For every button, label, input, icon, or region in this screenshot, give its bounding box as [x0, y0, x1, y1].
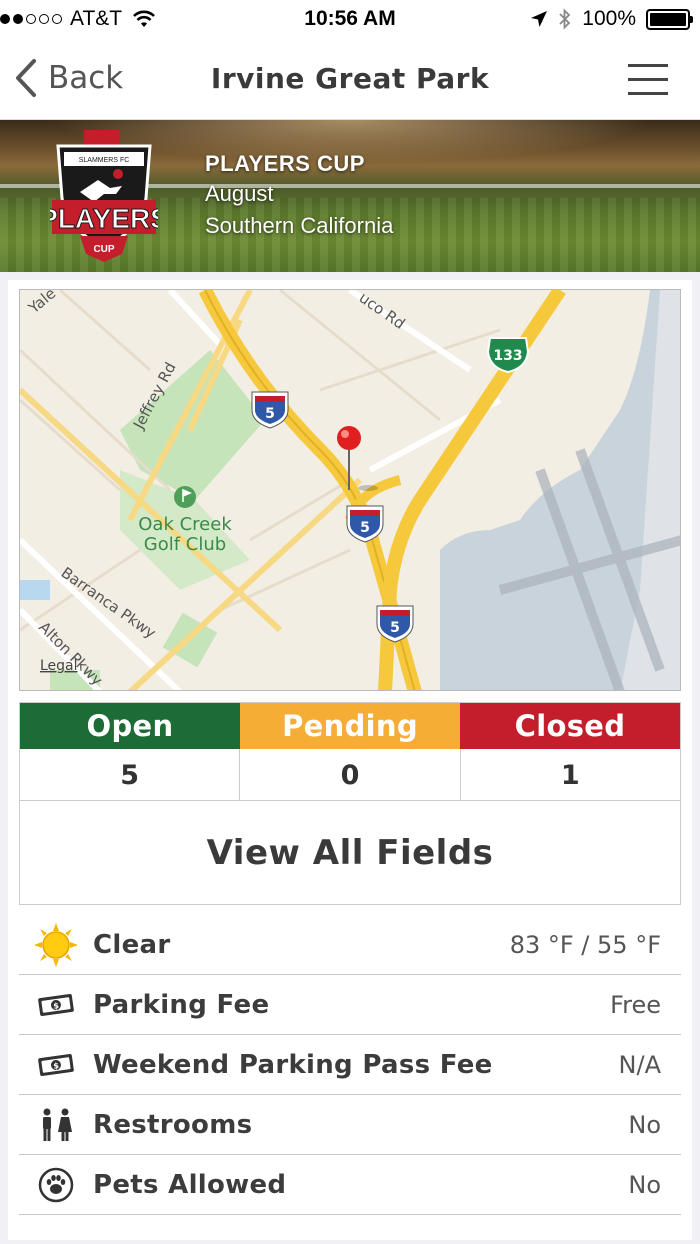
open-count: 5: [20, 749, 241, 801]
status-bar: AT&T 10:56 AM 100%: [0, 0, 700, 40]
event-title: PLAYERS CUP: [205, 151, 365, 176]
map-poi-line1: Oak Creek: [138, 514, 232, 535]
map-view[interactable]: Yale Jeffrey Rd uco Rd Barranca Pkwy Alt…: [19, 289, 681, 691]
players-cup-logo: SLAMMERS FC PLAYERS CUP: [50, 130, 158, 262]
location-arrow-icon: [531, 11, 548, 27]
navigation-bar: Back Irvine Great Park: [0, 40, 700, 120]
battery-icon: [646, 8, 693, 30]
event-banner: SLAMMERS FC PLAYERS CUP PLAYERS CUP Augu…: [0, 120, 700, 272]
pending-count: 0: [240, 749, 461, 801]
closed-count: 1: [560, 759, 580, 791]
paw-icon: [31, 1163, 81, 1207]
map-legal-link[interactable]: Legal: [40, 658, 78, 674]
battery-percentage: 100%: [582, 7, 636, 30]
i5-label-2: 5: [360, 520, 370, 536]
logo-top-text: SLAMMERS FC: [79, 157, 130, 164]
i5-label-1: 5: [265, 406, 275, 422]
pending-header: Pending: [240, 703, 460, 749]
map-canvas: Yale Jeffrey Rd uco Rd Barranca Pkwy Alt…: [20, 290, 680, 690]
open-header: Open: [20, 703, 240, 749]
money-icon: $: [31, 983, 81, 1027]
pets-label: Pets Allowed: [93, 1169, 287, 1200]
status-right: 100%: [530, 7, 693, 31]
menu-button[interactable]: [628, 62, 668, 96]
pets-row: Pets Allowed No: [19, 1155, 681, 1215]
field-status-header-row: Open Pending Closed: [20, 703, 680, 749]
restroom-icon: [31, 1103, 81, 1147]
restrooms-value: No: [628, 1110, 661, 1139]
logo-cup-text: CUP: [93, 244, 114, 255]
weekend-parking-row: $ Weekend Parking Pass Fee N/A: [19, 1035, 681, 1095]
parking-fee-label: Parking Fee: [93, 989, 270, 1020]
restrooms-label: Restrooms: [93, 1109, 253, 1140]
weekend-parking-value: N/A: [618, 1050, 661, 1079]
golf-icon: [174, 486, 196, 508]
field-status-count-row: 5 0 1: [20, 749, 680, 801]
park-info-list: Clear 83 °F / 55 °F $ Parking Fee Free $…: [19, 915, 681, 1215]
sun-icon: [31, 922, 81, 967]
restrooms-row: Restrooms No: [19, 1095, 681, 1155]
ca133-label: 133: [493, 348, 522, 364]
event-region: Southern California: [205, 213, 394, 238]
weather-label: Clear: [93, 929, 171, 960]
parking-fee-value: Free: [610, 990, 661, 1019]
field-status-table: Open Pending Closed 5 0 1: [19, 702, 681, 802]
i5-label-3: 5: [390, 620, 400, 636]
view-all-fields-button[interactable]: View All Fields: [19, 800, 681, 905]
weather-value: 83 °F / 55 °F: [509, 930, 661, 959]
weekend-parking-label: Weekend Parking Pass Fee: [93, 1049, 493, 1080]
weather-row: Clear 83 °F / 55 °F: [19, 915, 681, 975]
pets-value: No: [628, 1170, 661, 1199]
logo-players-text: PLAYERS: [50, 203, 158, 234]
money-icon: $: [31, 1043, 81, 1087]
map-poi-line2: Golf Club: [144, 534, 226, 555]
hamburger-icon: [628, 64, 668, 67]
parking-fee-row: $ Parking Fee Free: [19, 975, 681, 1035]
banner-text: PLAYERS CUP August Southern California: [205, 150, 393, 242]
bluetooth-icon: [559, 8, 571, 30]
page-title: Irvine Great Park: [210, 62, 490, 95]
event-month: August: [205, 181, 274, 206]
closed-header: Closed: [460, 703, 680, 749]
